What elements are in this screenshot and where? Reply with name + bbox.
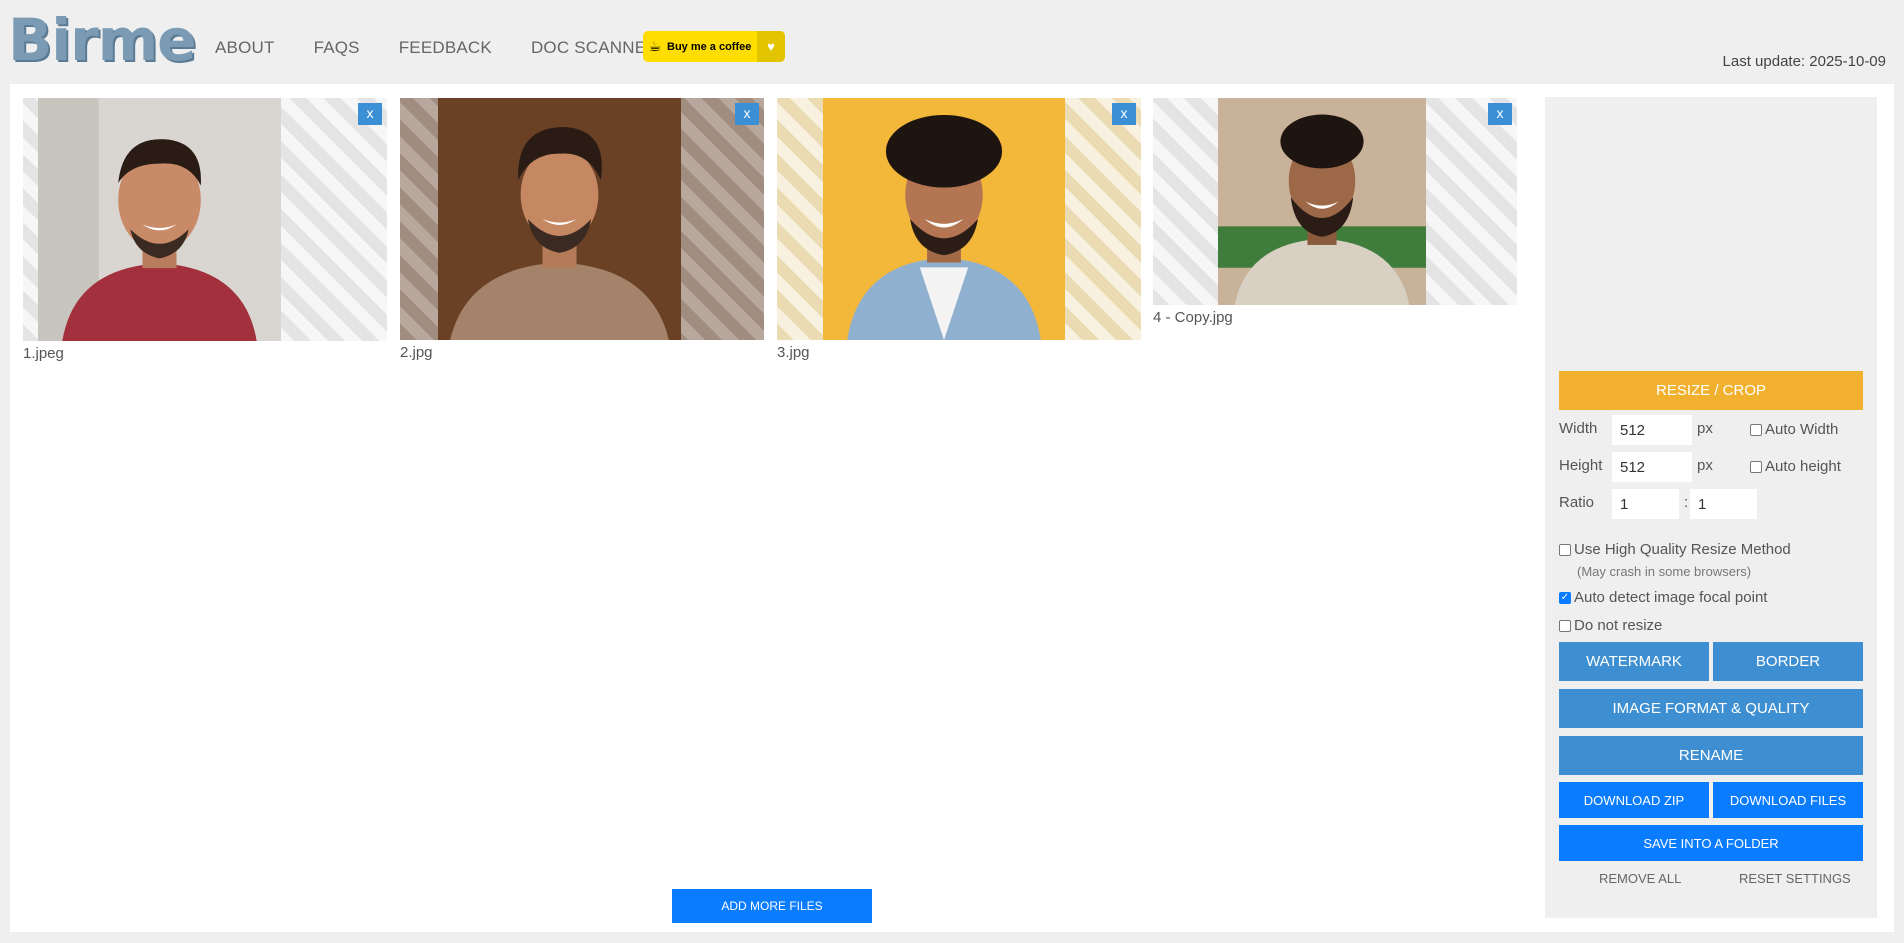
resize-crop-button[interactable]: RESIZE / CROP [1559, 371, 1863, 410]
high-quality-note: (May crash in some browsers) [1577, 564, 1752, 579]
checkbox-box[interactable] [1750, 460, 1762, 473]
focal-point-checkbox[interactable]: ✓ Auto detect image focal point [1559, 589, 1767, 606]
image-filename: 4 - Copy.jpg [1153, 309, 1233, 326]
portrait-image [438, 98, 681, 340]
image-preview: x [777, 98, 1141, 340]
checkbox-box[interactable] [1559, 543, 1571, 556]
remove-image-button[interactable]: x [1112, 103, 1136, 125]
coffee-label: Buy me a coffee [667, 40, 752, 53]
image-filename: 1.jpeg [23, 345, 64, 362]
height-label: Height [1559, 457, 1603, 474]
download-files-button[interactable]: DOWNLOAD FILES [1713, 782, 1863, 818]
settings-panel: RESIZE / CROP Width px Auto Width Height… [1545, 97, 1877, 918]
ratio-label: Ratio [1559, 494, 1595, 511]
image-filename: 3.jpg [777, 344, 810, 361]
remove-all-link[interactable]: REMOVE ALL [1599, 871, 1681, 886]
high-quality-label: Use High Quality Resize Method [1574, 541, 1791, 558]
image-format-quality-button[interactable]: IMAGE FORMAT & QUALITY [1559, 689, 1863, 728]
heart-icon: ♥ [757, 31, 785, 62]
auto-height-checkbox[interactable]: Auto height [1750, 458, 1841, 475]
do-not-resize-label: Do not resize [1574, 617, 1663, 634]
image-card: x 3.jpg [777, 98, 1141, 361]
portrait-image [38, 98, 281, 341]
ratio-height-input[interactable] [1690, 489, 1757, 519]
portrait-photo [823, 98, 1065, 340]
auto-width-label: Auto Width [1765, 421, 1839, 438]
last-update: Last update: 2025-10-09 [1722, 53, 1886, 70]
height-unit: px [1697, 457, 1713, 474]
rename-button[interactable]: RENAME [1559, 736, 1863, 775]
portrait-image [1218, 98, 1426, 305]
header: Birme ABOUT FAQS FEEDBACK DOC SCANNER ☕ … [0, 0, 1904, 80]
watermark-button[interactable]: WATERMARK [1559, 642, 1709, 681]
save-into-folder-button[interactable]: SAVE INTO A FOLDER [1559, 825, 1863, 861]
checkbox-box[interactable] [1750, 423, 1762, 436]
auto-width-checkbox[interactable]: Auto Width [1750, 421, 1838, 438]
height-input[interactable] [1612, 452, 1692, 482]
focal-point-label: Auto detect image focal point [1574, 589, 1768, 606]
buy-me-a-coffee-button[interactable]: ☕ Buy me a coffee ♥ [643, 31, 785, 62]
nav-feedback[interactable]: FEEDBACK [399, 38, 492, 58]
image-filename: 2.jpg [400, 344, 433, 361]
nav-about[interactable]: ABOUT [215, 38, 275, 58]
nav-doc-scanner[interactable]: DOC SCANNER [531, 38, 659, 58]
portrait-image [823, 98, 1065, 340]
image-card: x 2.jpg [400, 98, 764, 361]
ratio-width-input[interactable] [1612, 489, 1679, 519]
width-unit: px [1697, 420, 1713, 437]
remove-image-button[interactable]: x [1488, 103, 1512, 125]
do-not-resize-checkbox[interactable]: Do not resize [1559, 617, 1662, 634]
remove-image-button[interactable]: x [358, 103, 382, 125]
logo[interactable]: Birme [8, 6, 196, 74]
portrait-photo [38, 98, 281, 341]
checkmark-icon[interactable]: ✓ [1559, 591, 1571, 604]
image-card: x 1.jpeg [23, 98, 387, 362]
portrait-photo [438, 98, 681, 340]
image-card: x 4 - Copy.jpg [1153, 98, 1517, 326]
portrait-photo [1218, 98, 1426, 305]
remove-image-button[interactable]: x [735, 103, 759, 125]
coffee-cup-icon: ☕ [648, 38, 662, 54]
width-input[interactable] [1612, 415, 1692, 445]
high-quality-checkbox[interactable]: Use High Quality Resize Method [1559, 541, 1791, 558]
auto-height-label: Auto height [1765, 458, 1841, 475]
nav-faqs[interactable]: FAQS [314, 38, 360, 58]
checkbox-box[interactable] [1559, 619, 1571, 632]
download-zip-button[interactable]: DOWNLOAD ZIP [1559, 782, 1709, 818]
width-label: Width [1559, 420, 1598, 437]
image-preview: x [23, 98, 387, 341]
image-preview: x [1153, 98, 1517, 305]
ad-area [1545, 97, 1877, 367]
ratio-separator: : [1684, 494, 1689, 511]
add-more-files-button[interactable]: ADD MORE FILES [672, 889, 872, 923]
border-button[interactable]: BORDER [1713, 642, 1863, 681]
reset-settings-link[interactable]: RESET SETTINGS [1739, 871, 1851, 886]
main-nav: ABOUT FAQS FEEDBACK DOC SCANNER [215, 38, 659, 58]
image-preview: x [400, 98, 764, 340]
